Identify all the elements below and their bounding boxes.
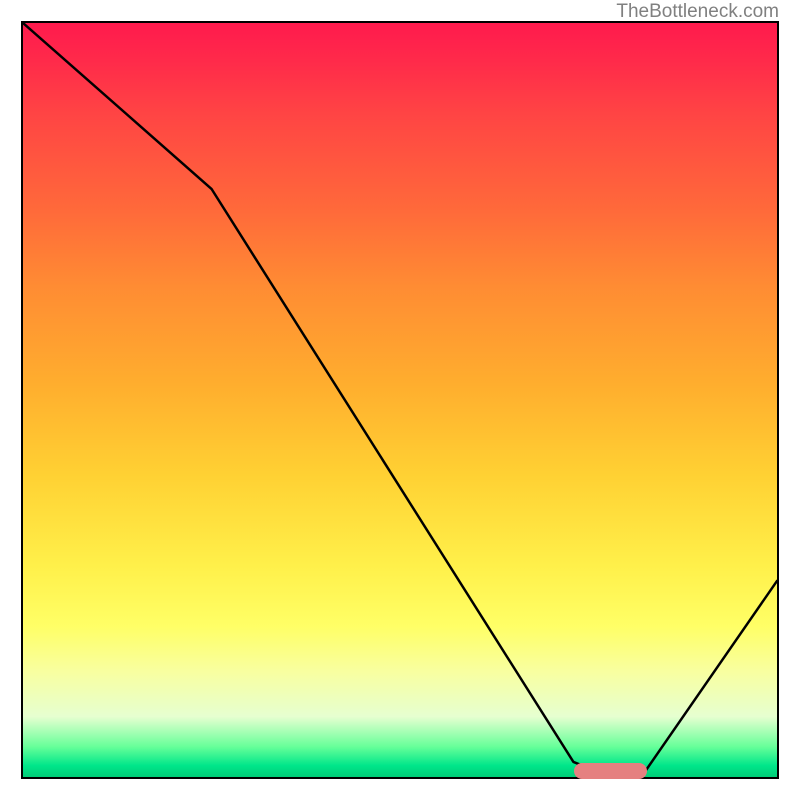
sweet-spot-marker — [574, 763, 646, 779]
attribution-text: TheBottleneck.com — [616, 1, 779, 23]
plot-area — [21, 21, 779, 779]
chart-container: TheBottleneck.com — [0, 0, 800, 800]
bottleneck-curve — [23, 23, 777, 777]
curve-svg — [23, 23, 777, 777]
